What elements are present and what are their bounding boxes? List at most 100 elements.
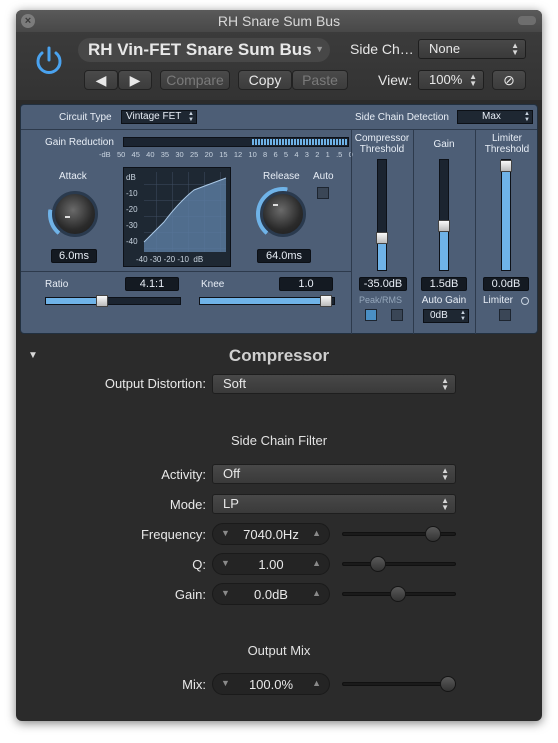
graph-y-label: -30 — [126, 221, 138, 230]
power-button[interactable] — [32, 44, 66, 78]
ratio-knee-divider — [21, 271, 351, 272]
threshold-thumb[interactable] — [376, 232, 388, 244]
window-title: RH Snare Sum Bus — [217, 13, 341, 29]
filter-gain-slider-thumb[interactable] — [390, 586, 406, 602]
limiter-threshold-value[interactable]: 0.0dB — [483, 277, 529, 291]
compressor-threshold-slider[interactable] — [376, 159, 388, 271]
auto-release-checkbox[interactable] — [317, 187, 329, 199]
side-chain-filter-title: Side Chain Filter — [230, 433, 328, 448]
filter-gain-stepper[interactable]: ▼ 0.0dB ▲ — [212, 583, 330, 605]
gain-reduction-meter — [123, 137, 349, 147]
gr-scale-tick: 4 — [294, 150, 299, 159]
section-divider — [351, 129, 352, 334]
decrement-icon[interactable]: ▼ — [221, 558, 230, 568]
circuit-type-select[interactable]: Vintage FET ▲ ▼ — [121, 110, 197, 124]
rms-label: RMS — [382, 295, 403, 305]
side-chain-detection-select[interactable]: Max ▲ ▼ — [457, 110, 533, 124]
attack-value[interactable]: 6.0ms — [51, 249, 97, 263]
knee-slider[interactable] — [199, 295, 335, 307]
q-slider[interactable] — [342, 562, 456, 566]
section-divider — [475, 129, 476, 334]
gain-label: Gain — [433, 139, 455, 150]
activity-label: Activity: — [161, 467, 206, 482]
decrement-icon[interactable]: ▼ — [221, 678, 230, 688]
attack-knob[interactable] — [52, 191, 98, 237]
mix-stepper[interactable]: ▼ 100.0% ▲ — [212, 673, 330, 695]
increment-icon[interactable]: ▲ — [312, 678, 321, 688]
graph-y-axis: dB -10 -20 -30 -40 — [126, 170, 138, 250]
graph-x-axis: -40 -30 -20 -10 dB — [136, 255, 204, 264]
knee-thumb[interactable] — [320, 295, 332, 307]
limiter-toggle[interactable] — [499, 309, 511, 321]
arrow-right-icon: ▶ — [129, 72, 141, 88]
limiter-thumb[interactable] — [500, 160, 512, 172]
decrement-icon[interactable]: ▼ — [221, 528, 230, 538]
compressor-threshold-value[interactable]: -35.0dB — [359, 277, 407, 291]
link-button[interactable]: ⊘ — [492, 70, 526, 90]
graph-y-label: dB — [126, 173, 136, 182]
gr-scale-tick: 20 — [204, 150, 213, 159]
knob-indicator — [65, 216, 70, 218]
preset-menu[interactable]: RH Vin-FET Snare Sum Bus ▼ — [78, 38, 330, 62]
mix-slider-thumb[interactable] — [440, 676, 456, 692]
limiter-fill — [502, 162, 510, 270]
ratio-slider[interactable] — [45, 295, 181, 307]
frequency-stepper[interactable]: ▼ 7040.0Hz ▲ — [212, 523, 330, 545]
output-distortion-select[interactable]: Soft ▲ ▼ — [212, 374, 456, 394]
rms-toggle[interactable] — [391, 309, 403, 321]
ratio-value[interactable]: 4.1:1 — [125, 277, 179, 291]
activity-value: Off — [223, 466, 241, 481]
gr-scale-tick: 45 — [131, 150, 140, 159]
mix-label: Mix: — [182, 677, 206, 692]
auto-gain-select[interactable]: 0dB ▲ ▼ — [423, 309, 469, 323]
preset-name: RH Vin-FET Snare Sum Bus — [88, 40, 312, 59]
output-mix-title: Output Mix — [247, 643, 311, 658]
title-bar[interactable]: × RH Snare Sum Bus — [16, 10, 542, 32]
release-value[interactable]: 64.0ms — [257, 249, 311, 263]
chevron-down-icon: ▼ — [315, 44, 324, 54]
paste-button[interactable]: Paste — [292, 70, 348, 90]
circuit-type-label: Circuit Type — [59, 112, 112, 123]
frequency-slider-thumb[interactable] — [425, 526, 441, 542]
mode-select[interactable]: LP ▲ ▼ — [212, 494, 456, 514]
auto-gain-label: Auto Gain — [421, 295, 467, 306]
increment-icon[interactable]: ▲ — [312, 558, 321, 568]
ratio-label: Ratio — [45, 279, 69, 290]
copy-button[interactable]: Copy — [238, 70, 292, 90]
zoom-icon[interactable] — [518, 16, 536, 25]
gain-reduction-fill — [252, 139, 348, 145]
mix-slider[interactable] — [342, 682, 456, 686]
updown-icon: ▲ ▼ — [511, 41, 519, 57]
view-label: View: — [378, 72, 412, 88]
activity-select[interactable]: Off ▲ ▼ — [212, 464, 456, 484]
updown-icon: ▲ ▼ — [460, 310, 466, 322]
view-zoom-select[interactable]: 100% ▲ ▼ — [418, 70, 484, 90]
gain-thumb[interactable] — [438, 220, 450, 232]
q-slider-thumb[interactable] — [370, 556, 386, 572]
peak-toggle[interactable] — [365, 309, 377, 321]
ratio-thumb[interactable] — [96, 295, 108, 307]
compressor-threshold-label: Compressor Threshold — [354, 133, 410, 155]
decrement-icon[interactable]: ▼ — [221, 588, 230, 598]
increment-icon[interactable]: ▲ — [312, 588, 321, 598]
updown-icon: ▲ ▼ — [188, 111, 194, 123]
gain-value[interactable]: 1.5dB — [421, 277, 467, 291]
compare-button[interactable]: Compare — [160, 70, 230, 90]
gr-scale-tick: 6 — [273, 150, 278, 159]
knob-indicator — [273, 204, 278, 206]
knee-value[interactable]: 1.0 — [279, 277, 333, 291]
graph-y-label: -10 — [126, 189, 138, 198]
gain-slider[interactable] — [438, 159, 450, 271]
next-preset-button[interactable]: ▶ — [118, 70, 152, 90]
mix-value: 100.0% — [248, 677, 294, 692]
transfer-curve-graph: dB -10 -20 -30 -40 -40 -30 -20 -10 dB — [123, 167, 231, 267]
gr-scale-tick: 12 — [233, 150, 243, 159]
limiter-threshold-slider[interactable] — [500, 159, 512, 271]
filter-gain-label: Gain: — [174, 587, 206, 602]
q-stepper[interactable]: ▼ 1.00 ▲ — [212, 553, 330, 575]
gr-scale-tick: 2 — [315, 150, 320, 159]
side-chain-select[interactable]: None ▲ ▼ — [418, 39, 526, 59]
previous-preset-button[interactable]: ◀ — [84, 70, 118, 90]
release-knob[interactable] — [260, 191, 306, 237]
increment-icon[interactable]: ▲ — [312, 528, 321, 538]
